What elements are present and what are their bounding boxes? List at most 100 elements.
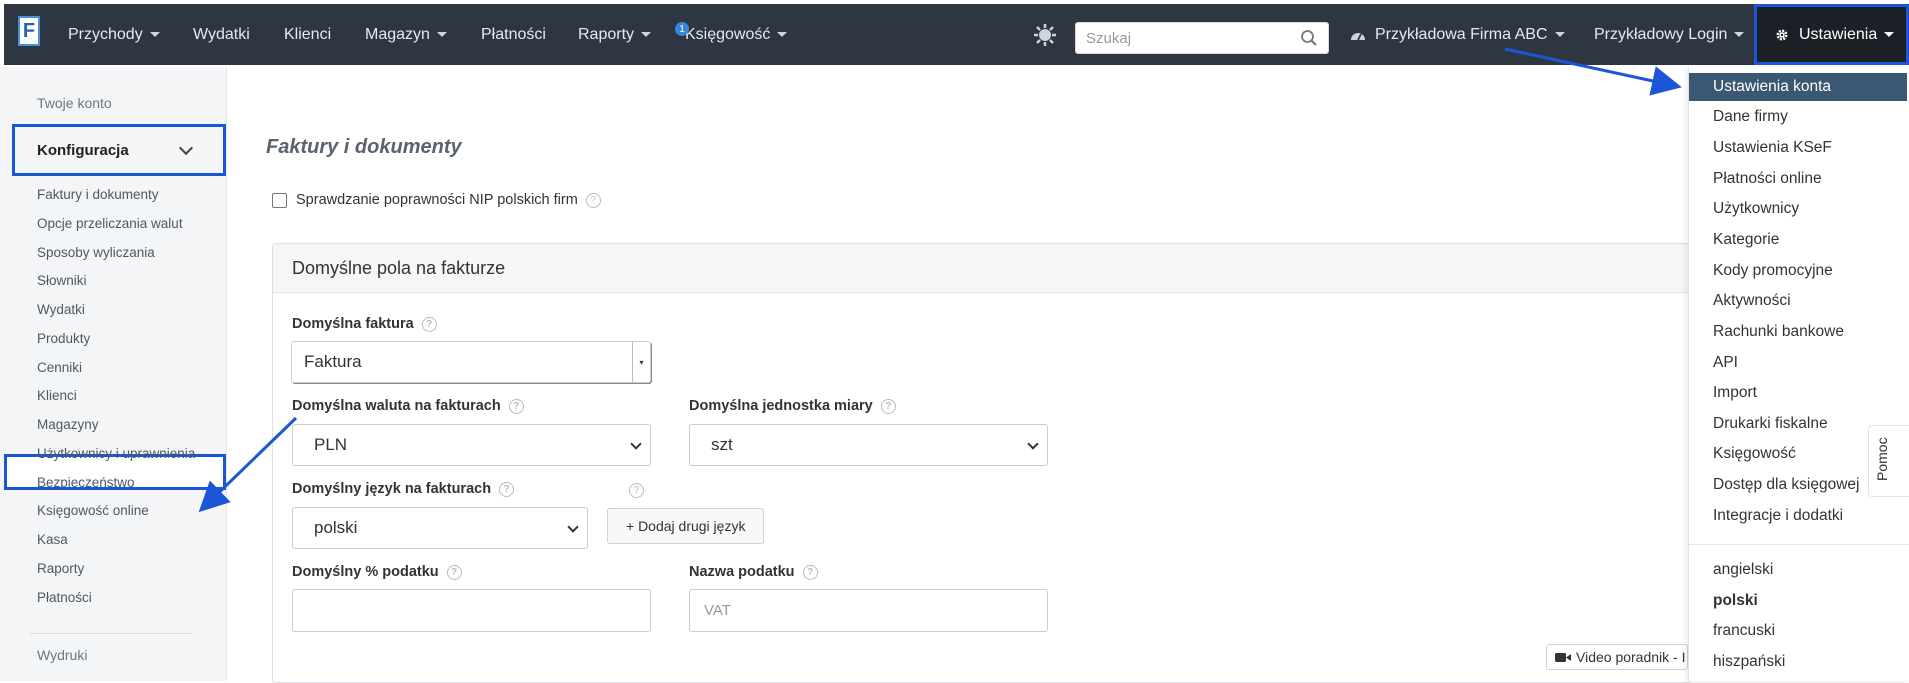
nip-check-row: Sprawdzanie poprawności NIP polskich fir… — [272, 192, 601, 208]
tax-name-input[interactable]: VAT — [689, 589, 1048, 632]
nav-klienci[interactable]: Klienci — [284, 4, 331, 65]
settings-menu-button[interactable]: Ustawienia — [1754, 4, 1909, 65]
menu-item-users[interactable]: Użytkownicy — [1689, 195, 1909, 223]
unit-select[interactable]: szt — [689, 424, 1048, 466]
company-name: Przykładowa Firma ABC — [1375, 25, 1548, 43]
caret-down-icon — [641, 32, 652, 37]
user-menu[interactable]: Przykładowy Login — [1594, 4, 1745, 65]
company-switcher[interactable]: Przykładowa Firma ABC — [1350, 4, 1565, 65]
menu-item-integrations[interactable]: Integracje i dodatki — [1689, 502, 1909, 530]
menu-item-api[interactable]: API — [1689, 349, 1909, 377]
search-input[interactable] — [1076, 23, 1286, 53]
help-icon[interactable]: ? — [585, 192, 601, 208]
help-icon[interactable]: ? — [508, 398, 524, 414]
sidebar-item-klienci[interactable]: Klienci — [37, 388, 77, 403]
tax-label: Domyślny % podatku? — [292, 564, 462, 580]
menu-lang-polish[interactable]: polski — [1689, 587, 1909, 615]
help-tab[interactable]: Pomoc — [1868, 425, 1909, 497]
nav-label: Wydatki — [193, 25, 250, 43]
sidebar-item-cenniki[interactable]: Cenniki — [37, 360, 82, 375]
menu-item-import[interactable]: Import — [1689, 379, 1909, 407]
menu-item-bank-accounts[interactable]: Rachunki bankowe — [1689, 318, 1909, 346]
sidebar-item-wyliczanie[interactable]: Sposoby wyliczania — [37, 245, 155, 260]
nav-label: Płatności — [481, 25, 546, 43]
help-tab-label: Pomoc — [1874, 437, 1890, 481]
config-label: Konfiguracja — [37, 141, 129, 159]
caret-down-icon — [1554, 32, 1565, 37]
sidebar-item-platnosci[interactable]: Płatności — [37, 590, 92, 605]
default-invoice-label: Domyślna faktura? — [292, 316, 437, 332]
app-logo[interactable]: F — [18, 16, 40, 46]
video-label: Video poradnik - I — [1576, 649, 1686, 665]
caret-down-icon — [1884, 32, 1895, 37]
chevron-down-icon — [178, 140, 194, 156]
sidebar-item-magazyny[interactable]: Magazyny — [37, 417, 99, 432]
user-login: Przykładowy Login — [1594, 25, 1728, 43]
nip-check-checkbox[interactable] — [272, 192, 287, 208]
panel-title: Domyślne pola na fakturze — [273, 244, 1691, 293]
chevron-down-icon — [567, 521, 579, 533]
currency-select[interactable]: PLN — [292, 424, 651, 466]
help-icon[interactable]: ? — [499, 481, 515, 497]
sidebar-item-wydatki[interactable]: Wydatki — [37, 302, 85, 317]
menu-item-ksef[interactable]: Ustawienia KSeF — [1689, 134, 1909, 162]
menu-item-account-settings[interactable]: Ustawienia konta — [1689, 73, 1907, 101]
nav-magazyn[interactable]: Magazyn — [365, 4, 447, 65]
menu-lang-french[interactable]: francuski — [1689, 617, 1909, 645]
tax-name-label: Nazwa podatku? — [689, 564, 818, 580]
nav-ksiegowosc[interactable]: 1 Księgowość — [675, 4, 788, 65]
dashboard-icon — [1351, 32, 1365, 40]
caret-down-icon — [149, 32, 160, 37]
help-icon[interactable]: ? — [446, 564, 462, 580]
nav-raporty[interactable]: Raporty — [578, 4, 652, 65]
add-language-button[interactable]: + Dodaj drugi język — [607, 508, 765, 544]
menu-item-activities[interactable]: Aktywności — [1689, 287, 1909, 315]
help-icon[interactable]: ? — [802, 564, 818, 580]
sidebar-item-produkty[interactable]: Produkty — [37, 331, 90, 346]
default-invoice-select[interactable]: Faktura ▾ — [291, 341, 651, 383]
help-icon[interactable]: ? — [629, 483, 644, 498]
settings-label: Ustawienia — [1799, 25, 1878, 43]
settings-dropdown-menu: Ustawienia konta Dane firmy Ustawienia K… — [1688, 67, 1909, 681]
menu-item-online-payments[interactable]: Płatności online — [1689, 165, 1909, 193]
sidebar-item-slowniki[interactable]: Słowniki — [37, 273, 87, 288]
nav-przychody[interactable]: Przychody — [68, 4, 160, 65]
theme-toggle[interactable] — [1033, 4, 1057, 65]
help-icon[interactable]: ? — [421, 316, 437, 332]
menu-item-categories[interactable]: Kategorie — [1689, 226, 1909, 254]
sidebar-item-ksiegowosc[interactable]: Księgowość online — [37, 503, 149, 518]
currency-value: PLN — [314, 435, 348, 454]
sidebar-item-waluty[interactable]: Opcje przeliczania walut — [37, 216, 183, 231]
nav-label: Przychody — [68, 25, 143, 43]
nav-label: Klienci — [284, 25, 332, 43]
unit-label: Domyślna jednostka miary? — [689, 398, 896, 414]
sidebar-item-uzytkownicy[interactable]: Użytkownicy i uprawnienia — [37, 446, 195, 461]
help-icon[interactable]: ? — [880, 398, 896, 414]
sidebar-prints-link[interactable]: Wydruki — [37, 647, 87, 663]
sidebar-divider — [30, 633, 193, 634]
menu-divider — [1689, 544, 1909, 545]
nav-wydatki[interactable]: Wydatki — [193, 4, 250, 65]
search-box — [1075, 22, 1329, 54]
video-tutorial-button[interactable]: Video poradnik - I — [1546, 644, 1688, 670]
menu-item-promo-codes[interactable]: Kody promocyjne — [1689, 257, 1909, 285]
menu-lang-english[interactable]: angielski — [1689, 556, 1909, 584]
menu-lang-spanish[interactable]: hiszpański — [1689, 648, 1909, 676]
chevron-down-icon — [630, 438, 642, 450]
sidebar-item-kasa[interactable]: Kasa — [37, 532, 68, 547]
caret-down-icon — [436, 32, 447, 37]
language-value: polski — [314, 518, 358, 537]
search-icon[interactable] — [1300, 29, 1318, 47]
tax-input[interactable] — [292, 589, 651, 632]
settings-sidebar: Twoje konto Konfiguracja Faktury i dokum… — [0, 67, 227, 681]
sidebar-account-link[interactable]: Twoje konto — [37, 95, 112, 111]
menu-item-company-data[interactable]: Dane firmy — [1689, 103, 1909, 131]
sidebar-item-raporty[interactable]: Raporty — [37, 561, 84, 576]
sidebar-item-bezpieczenstwo[interactable]: Bezpieczeństwo — [37, 475, 135, 490]
language-select[interactable]: polski — [292, 507, 588, 549]
sidebar-config-header[interactable]: Konfiguracja — [12, 124, 226, 176]
nav-label: Raporty — [578, 25, 635, 43]
sidebar-item-faktury[interactable]: Faktury i dokumenty — [37, 187, 159, 202]
top-bar: F Przychody Wydatki Klienci Magazyn Płat… — [0, 0, 1909, 67]
nav-platnosci[interactable]: Płatności — [481, 4, 546, 65]
